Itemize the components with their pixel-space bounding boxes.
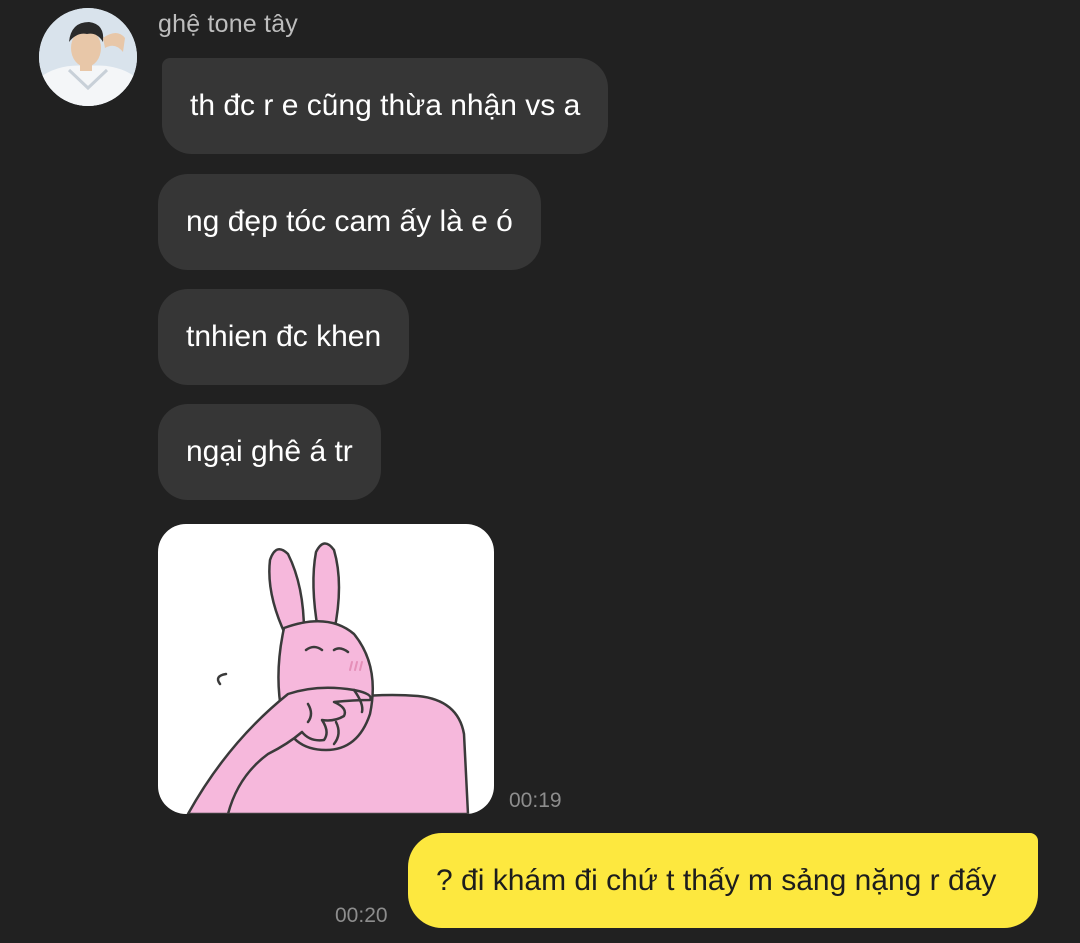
contact-avatar[interactable] xyxy=(39,8,137,106)
sticker-message[interactable] xyxy=(158,524,494,814)
contact-name: ghệ tone tây xyxy=(158,10,299,38)
message-time: 00:20 xyxy=(335,904,388,927)
person-photo-avatar-icon xyxy=(39,8,137,106)
message-time: 00:19 xyxy=(509,789,562,812)
incoming-message[interactable]: tnhien đc khen xyxy=(158,289,410,385)
incoming-message[interactable]: th đc r e cũng thừa nhận vs a xyxy=(162,58,609,154)
incoming-message[interactable]: ng đẹp tóc cam ấy là e ó xyxy=(158,174,541,270)
pink-rabbit-shy-sticker-icon xyxy=(186,542,470,814)
outgoing-message[interactable]: ? đi khám đi chứ t thấy m sảng nặng r đấ… xyxy=(408,833,1038,928)
incoming-message[interactable]: ngại ghê á tr xyxy=(158,404,381,500)
